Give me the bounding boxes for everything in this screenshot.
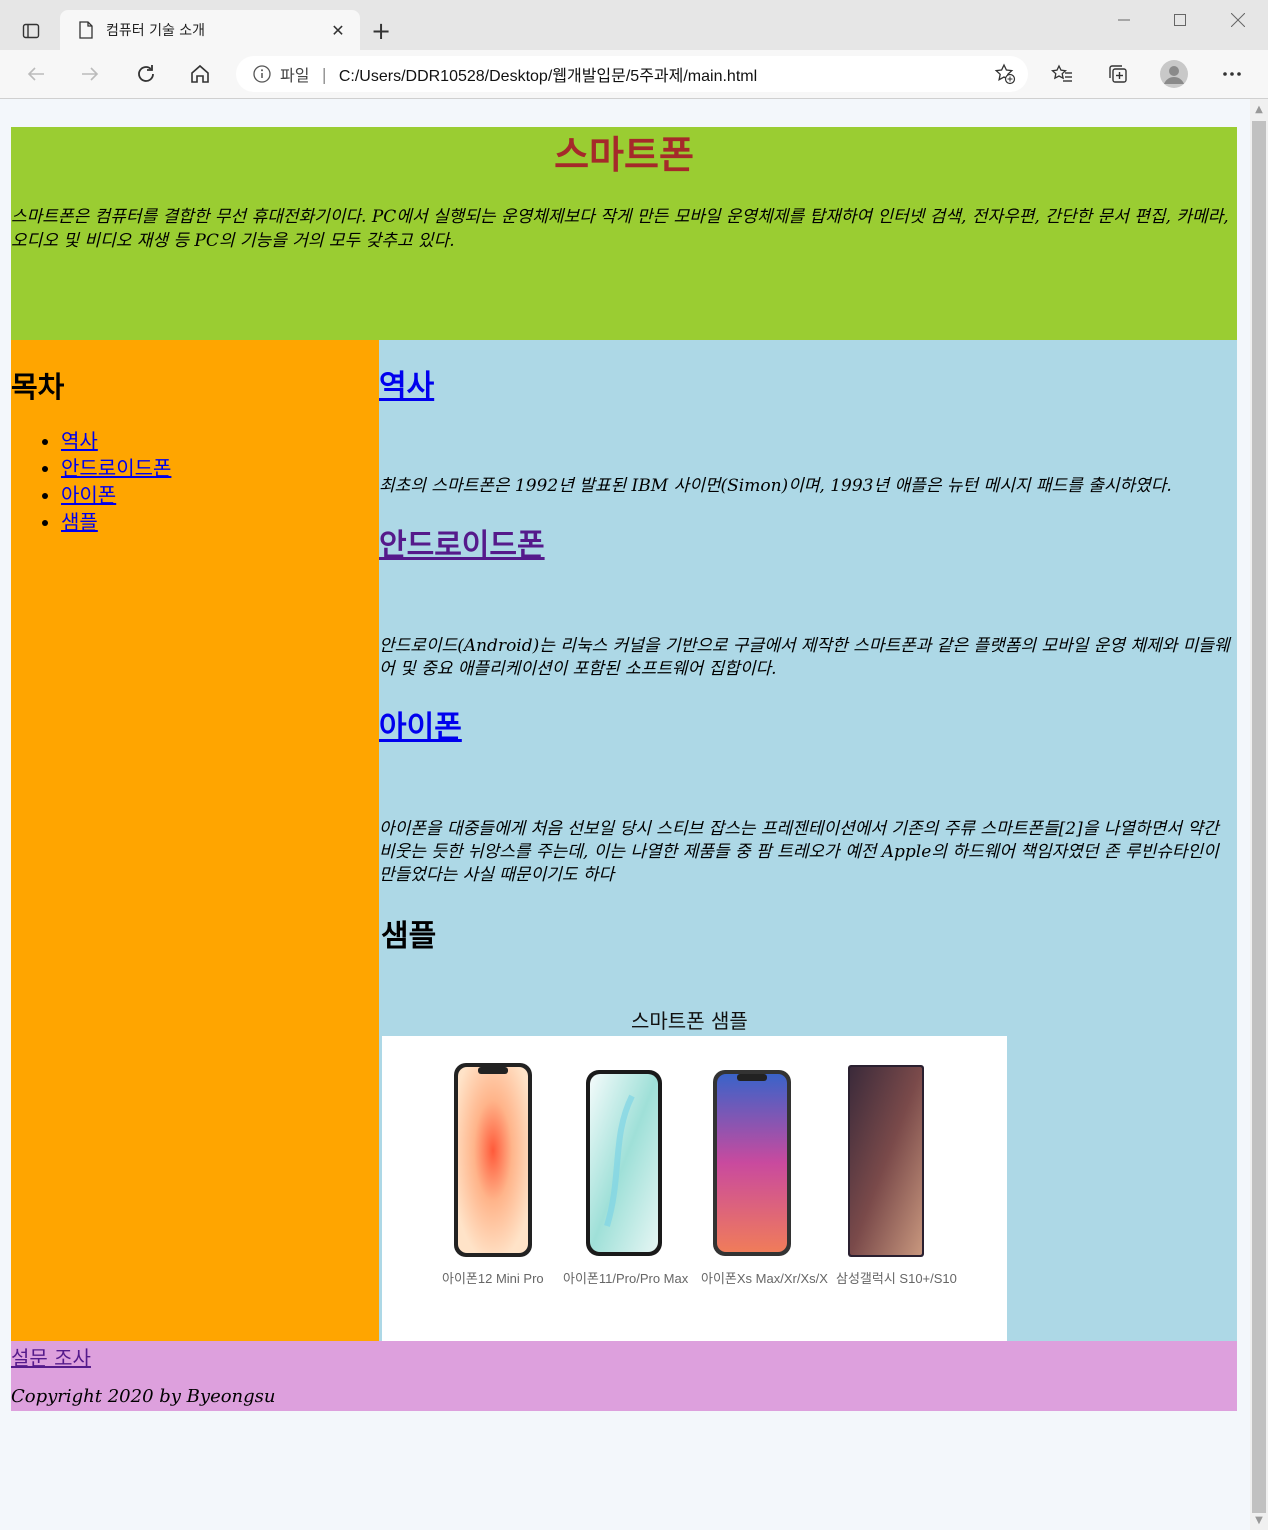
- address-separator: |: [321, 64, 327, 84]
- browser-tab[interactable]: 컴퓨터 기술 소개 ✕: [60, 10, 360, 50]
- android-text: 안드로이드(Android)는 리눅스 커널을 기반으로 구글에서 제작한 스마…: [379, 636, 1230, 679]
- home-button[interactable]: [182, 56, 218, 92]
- phone-label: 아이폰Xs Max/Xr/Xs/X: [701, 1271, 828, 1286]
- toc-link-sample[interactable]: 샘플: [61, 510, 98, 534]
- add-favorite-icon[interactable]: [990, 59, 1020, 89]
- page-title: 스마트폰: [554, 133, 694, 177]
- copyright-text: Copyright 2020 by Byeongsu: [11, 1386, 276, 1407]
- iphone12-image: [454, 1063, 532, 1257]
- content-area: 역사 최초의 스마트폰은 1992년 발표된 IBM 사이먼(Simon)이며,…: [379, 340, 1237, 1348]
- tab-title: 컴퓨터 기술 소개: [106, 23, 206, 39]
- back-button[interactable]: [18, 56, 54, 92]
- page-viewport: 스마트폰 스마트폰은 컴퓨터를 결합한 무선 휴대전화기이다. PC에서 실행되…: [0, 99, 1250, 1530]
- phones-illustration: [454, 1063, 924, 1257]
- history-heading-link[interactable]: 역사: [379, 369, 434, 404]
- iphone-text: 아이폰을 대중들에게 처음 선보일 당시 스티브 잡스는 프레젠테이션에서 기존…: [379, 819, 1219, 885]
- home-icon: [191, 64, 209, 83]
- info-icon[interactable]: [252, 64, 272, 84]
- survey-link[interactable]: 설문 조사: [11, 1342, 91, 1371]
- address-scheme: 파일: [280, 66, 310, 85]
- browser-toolbar: 파일 | C:/Users/DDR10528/Desktop/웹개발입문/5주과…: [0, 50, 1268, 99]
- tab-strip: 컴퓨터 기술 소개 ✕ +: [0, 0, 1268, 50]
- history-text: 최초의 스마트폰은 1992년 발표된 IBM 사이먼(Simon)이며, 19…: [379, 476, 1172, 496]
- iphone-heading-link[interactable]: 아이폰: [379, 710, 462, 745]
- page-footer: 설문 조사 Copyright 2020 by Byeongsu: [11, 1341, 1237, 1411]
- toc-link-android[interactable]: 안드로이드폰: [61, 456, 171, 480]
- toc-item: 샘플: [61, 509, 379, 536]
- collections-icon[interactable]: [1100, 56, 1136, 92]
- smartphone-sample-image: 아이폰12 Mini Pro 아이폰11/Pro/Pro Max 아이폰Xs M…: [382, 1036, 1007, 1348]
- favorites-icon[interactable]: [1044, 56, 1080, 92]
- refresh-icon: [138, 65, 154, 82]
- new-tab-button[interactable]: +: [366, 16, 396, 46]
- refresh-button[interactable]: [128, 56, 164, 92]
- scroll-up-icon[interactable]: ▲: [1254, 105, 1264, 115]
- scroll-down-icon[interactable]: ▼: [1254, 1516, 1264, 1526]
- toc-item: 아이폰: [61, 482, 379, 509]
- toc-link-history[interactable]: 역사: [61, 429, 98, 453]
- sample-caption: 스마트폰 샘플: [631, 1009, 748, 1033]
- page-header: 스마트폰 스마트폰은 컴퓨터를 결합한 무선 휴대전화기이다. PC에서 실행되…: [11, 127, 1237, 340]
- more-options-icon[interactable]: [1214, 56, 1250, 92]
- profile-avatar[interactable]: [1156, 56, 1192, 92]
- close-tab-icon[interactable]: ✕: [326, 18, 350, 42]
- vertical-scrollbar[interactable]: ▲ ▼: [1250, 99, 1268, 1530]
- iphone11-image: [586, 1070, 662, 1256]
- address-bar[interactable]: 파일 | C:/Users/DDR10528/Desktop/웹개발입문/5주과…: [236, 56, 1028, 92]
- toc-heading: 목차: [11, 370, 65, 404]
- forward-button[interactable]: [72, 56, 108, 92]
- scrollbar-thumb[interactable]: [1252, 121, 1266, 1513]
- sample-heading: 샘플: [381, 919, 437, 954]
- galaxy-s10-image: [848, 1065, 924, 1257]
- document-icon: [76, 20, 96, 40]
- page: 스마트폰 스마트폰은 컴퓨터를 결합한 무선 휴대전화기이다. PC에서 실행되…: [11, 127, 1237, 1411]
- phone-label: 아이폰12 Mini Pro: [442, 1271, 544, 1286]
- toc-link-iphone[interactable]: 아이폰: [61, 483, 116, 507]
- url-text[interactable]: C:/Users/DDR10528/Desktop/웹개발입문/5주과제/mai…: [339, 62, 990, 86]
- iphonex-image: [713, 1070, 791, 1256]
- toc-item: 안드로이드폰: [61, 455, 379, 482]
- table-of-contents: 목차 역사 안드로이드폰 아이폰 샘플: [11, 340, 379, 1341]
- close-window-button[interactable]: [1210, 0, 1266, 40]
- phone-label: 삼성갤럭시 S10+/S10: [836, 1271, 957, 1286]
- forward-arrow-icon: [82, 67, 99, 81]
- main-layout: 목차 역사 안드로이드폰 아이폰 샘플 역사 최초의 스마트폰은 1992년 발…: [11, 340, 1237, 1348]
- intro-text: 스마트폰은 컴퓨터를 결합한 무선 휴대전화기이다. PC에서 실행되는 운영체…: [11, 207, 1229, 251]
- toc-list: 역사 안드로이드폰 아이폰 샘플: [11, 428, 379, 536]
- phone-label: 아이폰11/Pro/Pro Max: [563, 1271, 689, 1286]
- back-arrow-icon: [27, 67, 44, 81]
- tab-actions-icon[interactable]: [14, 14, 48, 48]
- minimize-button[interactable]: [1096, 0, 1152, 40]
- maximize-button[interactable]: [1152, 0, 1208, 40]
- android-heading-link[interactable]: 안드로이드폰: [379, 528, 545, 563]
- toc-item: 역사: [61, 428, 379, 455]
